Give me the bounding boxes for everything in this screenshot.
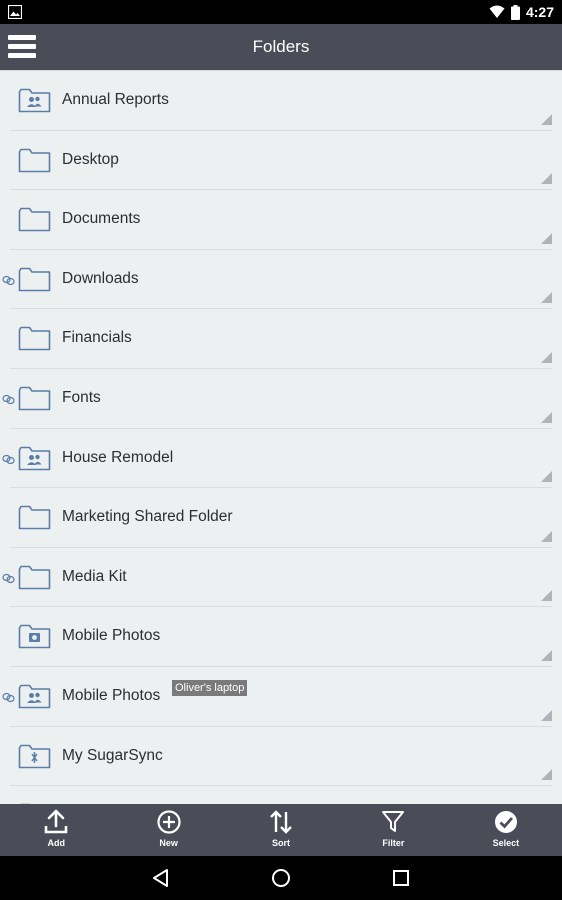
link-icon <box>2 454 15 464</box>
sugarsync-folder-icon <box>18 744 51 768</box>
recents-icon[interactable] <box>390 867 412 889</box>
new-label: New <box>159 838 178 848</box>
filter-button[interactable]: Filter <box>337 804 449 856</box>
page-title: Folders <box>252 37 310 56</box>
folder-name: My SugarSync <box>62 746 163 764</box>
status-time: 4:27 <box>525 4 554 20</box>
folder-name: Fonts <box>62 388 101 406</box>
folder-row-documents[interactable]: Documents <box>0 190 562 250</box>
device-badge: Oliver's laptop <box>172 679 248 696</box>
shared-folder-icon <box>18 88 51 113</box>
options-triangle-icon[interactable] <box>541 471 552 483</box>
shared-folder-icon <box>18 446 51 470</box>
options-triangle-icon[interactable] <box>541 351 552 363</box>
back-icon[interactable] <box>150 867 172 889</box>
folder-name: Annual Reports <box>62 91 169 108</box>
image-notification-icon <box>8 5 22 19</box>
folder-row-my-sugarsync[interactable]: My SugarSync <box>0 727 562 787</box>
link-icon <box>2 394 15 405</box>
folder-name: Downloads <box>62 269 139 287</box>
options-triangle-icon[interactable] <box>541 649 552 661</box>
folder-row-desktop[interactable]: Desktop <box>0 131 562 191</box>
system-nav-bar <box>0 856 562 900</box>
wifi-icon <box>489 5 505 18</box>
plus-circle-icon <box>157 810 181 834</box>
folder-row-media-kit[interactable]: Media Kit <box>0 548 562 608</box>
sort-arrows-icon <box>270 810 292 834</box>
folder-row-fonts[interactable]: Fonts <box>0 369 562 429</box>
sort-label: Sort <box>272 838 291 848</box>
sort-button[interactable]: Sort <box>225 804 337 856</box>
folder-name: Financials <box>62 329 132 347</box>
link-icon <box>2 573 15 583</box>
folder-row-house-remodel[interactable]: House Remodel <box>0 429 562 489</box>
bottom-toolbar: Add New Sort Filter Select <box>0 804 562 856</box>
options-triangle-icon[interactable] <box>541 769 552 781</box>
folder-row-downloads[interactable]: Downloads <box>0 250 562 310</box>
folder-name: Media Kit <box>62 567 127 585</box>
folder-name: House Remodel <box>62 448 174 466</box>
options-triangle-icon[interactable] <box>541 232 552 244</box>
folder-icon <box>18 207 51 232</box>
folder-name: Documents <box>62 210 141 228</box>
folder-row-annual-reports[interactable]: Annual Reports <box>0 71 562 131</box>
add-label: Add <box>47 838 65 848</box>
camera-folder-icon <box>18 625 51 649</box>
folder-icon <box>18 267 51 292</box>
folder-icon <box>18 148 51 172</box>
folder-icon <box>18 505 51 530</box>
folder-list[interactable]: Annual Reports Desktop Documents Downloads F… <box>0 70 562 804</box>
select-label: Select <box>492 838 520 848</box>
folder-name: Desktop <box>62 150 119 168</box>
folder-icon <box>18 565 51 590</box>
check-circle-icon <box>494 811 517 833</box>
options-triangle-icon[interactable] <box>541 590 552 602</box>
select-button[interactable]: Select <box>450 804 562 856</box>
options-triangle-icon[interactable] <box>541 709 552 721</box>
status-bar: 4:27 <box>0 0 562 24</box>
options-triangle-icon[interactable] <box>541 411 552 423</box>
app-bar: Folders <box>0 24 562 70</box>
folder-icon <box>18 386 51 411</box>
link-icon <box>2 692 15 703</box>
options-triangle-icon[interactable] <box>541 113 552 125</box>
add-button[interactable]: Add <box>0 804 112 856</box>
battery-icon <box>510 4 520 20</box>
new-button[interactable]: New <box>112 804 224 856</box>
folder-name: Marketing Shared Folder <box>62 508 233 526</box>
shared-folder-icon <box>18 684 51 709</box>
folder-row-mobile-photos[interactable]: Mobile Photos <box>0 607 562 667</box>
options-triangle-icon[interactable] <box>541 530 552 542</box>
filter-label: Filter <box>382 838 405 848</box>
options-triangle-icon[interactable] <box>541 173 552 185</box>
upload-icon <box>44 809 68 834</box>
folder-row-financials[interactable]: Financials <box>0 309 562 369</box>
folder-name: Mobile Photos <box>62 627 161 645</box>
folder-icon <box>18 327 51 351</box>
folder-row-marketing-shared-folder[interactable]: Marketing Shared Folder <box>0 488 562 548</box>
filter-funnel-icon <box>382 811 405 832</box>
options-triangle-icon[interactable] <box>541 292 552 304</box>
home-icon[interactable] <box>270 867 292 889</box>
folder-row-unnamed[interactable] <box>0 786 562 804</box>
folder-row-mobile-photos[interactable]: Mobile Photos Oliver's laptop <box>0 667 562 727</box>
link-icon <box>2 275 15 285</box>
folder-name: Mobile Photos <box>62 686 161 704</box>
